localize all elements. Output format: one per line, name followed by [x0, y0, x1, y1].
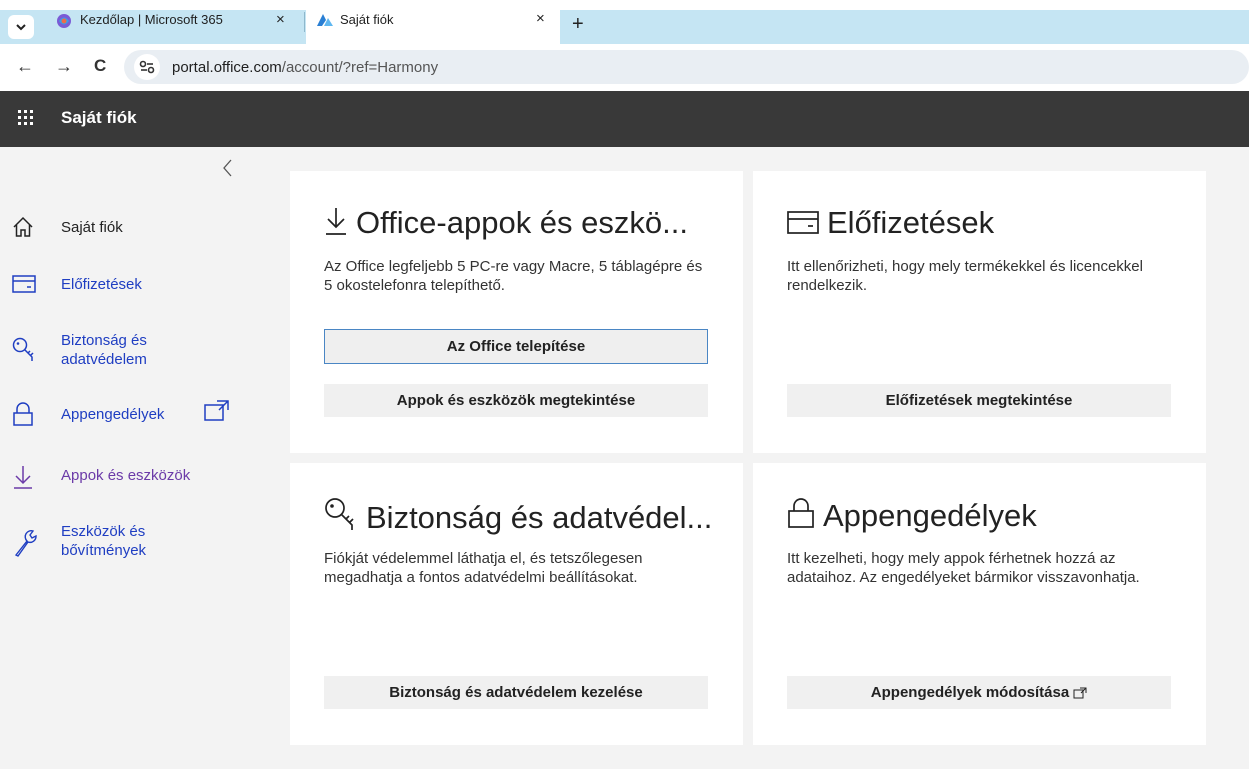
tab-kezdolap[interactable]: Kezdőlap | Microsoft 365 × — [44, 8, 302, 34]
install-office-button[interactable]: Az Office telepítése — [324, 329, 708, 364]
card-description: Itt ellenőrizheti, hogy mely termékekkel… — [787, 258, 1143, 294]
sidebar-item-label: Biztonság és adatvédelem — [61, 332, 147, 368]
sidebar-item-label: Appengedélyek — [61, 406, 165, 423]
key-icon — [12, 337, 34, 361]
lock-icon — [788, 498, 814, 528]
sidebar-item-label: Appok és eszközök — [61, 467, 191, 484]
card-icon — [12, 275, 36, 293]
card-office-apps: Office-appok és eszkö... Az Office legfe… — [290, 171, 743, 453]
download-icon — [326, 208, 346, 235]
card-description: Az Office legfeljebb 5 PC-re vagy Macre,… — [324, 258, 703, 294]
suite-header — [0, 91, 1249, 147]
key-icon — [325, 498, 354, 530]
waffle-icon — [18, 110, 33, 125]
card-description: Itt kezelheti, hogy mely appok férhetnek… — [787, 550, 1140, 586]
sidebar-item-account[interactable]: Saját fiók — [8, 216, 248, 240]
chevron-left-icon — [223, 159, 232, 177]
app-title[interactable]: Saját fiók — [61, 108, 137, 128]
sidebar-item-label: Saját fiók — [61, 219, 123, 236]
card-title: Office-appok és eszkö... — [324, 205, 688, 241]
external-link-icon — [204, 400, 229, 421]
manage-security-button[interactable]: Biztonság és adatvédelem kezelése — [324, 676, 708, 709]
card-icon — [787, 211, 819, 234]
tab-close-button[interactable]: × — [536, 10, 545, 27]
browser-tab-strip: Kezdőlap | Microsoft 365 × Saját fiók × … — [0, 0, 1249, 44]
card-title-text: Előfizetések — [827, 205, 995, 240]
button-label: Appengedélyek módosítása — [870, 684, 1070, 701]
sidebar-item-tools-addins[interactable]: Eszközök és bővítmények — [8, 522, 248, 564]
card-title: Előfizetések — [787, 205, 994, 241]
sidebar-item-label: Előfizetések — [61, 276, 142, 293]
collapse-nav-button[interactable] — [218, 157, 238, 179]
sidebar-item-subscriptions[interactable]: Előfizetések — [8, 273, 248, 297]
card-title-text: Biztonság és adatvédel... — [366, 500, 713, 535]
tab-search-button[interactable] — [8, 15, 34, 39]
card-security: Biztonság és adatvédel... Fiókját védele… — [290, 463, 743, 745]
reload-button[interactable]: C — [94, 56, 106, 76]
forward-button[interactable]: → — [55, 56, 73, 76]
modify-app-permissions-button[interactable]: Appengedélyek módosítása — [787, 676, 1171, 709]
download-icon — [14, 466, 32, 489]
card-title-text: Appengedélyek — [823, 498, 1037, 533]
account-icon — [317, 14, 333, 26]
tab-close-button[interactable]: × — [276, 11, 285, 28]
home-icon — [13, 216, 33, 237]
url-path: /account/?ref=Harmony — [281, 59, 439, 76]
tune-icon — [139, 60, 155, 74]
url-domain: portal.office.com — [172, 59, 282, 76]
card-app-permissions: Appengedélyek Itt kezelheti, hogy mely a… — [753, 463, 1206, 745]
sidebar-item-security[interactable]: Biztonság és adatvédelem — [8, 331, 248, 373]
tab-sajat-fiok[interactable]: Saját fiók × — [306, 0, 560, 44]
card-subscriptions: Előfizetések Itt ellenőrizheti, hogy mel… — [753, 171, 1206, 453]
new-tab-button[interactable]: + — [572, 14, 584, 34]
view-apps-devices-button[interactable]: Appok és eszközök megtekintése — [324, 384, 708, 417]
view-subscriptions-button[interactable]: Előfizetések megtekintése — [787, 384, 1171, 417]
card-title-text: Office-appok és eszkö... — [356, 205, 688, 240]
app-launcher-button[interactable] — [16, 108, 36, 128]
tab-title: Saját fiók — [340, 12, 394, 27]
tab-separator — [304, 12, 305, 32]
sidebar-item-app-permissions[interactable]: Appengedélyek — [8, 400, 248, 428]
chevron-down-icon — [16, 24, 26, 31]
lock-icon — [13, 402, 33, 426]
external-link-icon — [1073, 687, 1087, 698]
card-description: Fiókját védelemmel láthatja el, és tetsz… — [324, 550, 643, 586]
back-button[interactable]: ← — [16, 56, 34, 76]
url-text[interactable]: portal.office.com/account/?ref=Harmony — [172, 59, 438, 76]
sidebar-item-apps-devices[interactable]: Appok és eszközök — [8, 465, 248, 491]
left-navigation — [0, 147, 256, 769]
sidebar-item-label: Eszközök és bővítmények — [61, 523, 147, 559]
card-title: Appengedélyek — [787, 497, 1037, 534]
card-title: Biztonság és adatvédel... — [324, 497, 712, 536]
site-info-button[interactable] — [134, 54, 160, 80]
microsoft365-icon — [57, 14, 71, 28]
wrench-icon — [14, 530, 37, 557]
tab-title: Kezdőlap | Microsoft 365 — [80, 12, 223, 27]
